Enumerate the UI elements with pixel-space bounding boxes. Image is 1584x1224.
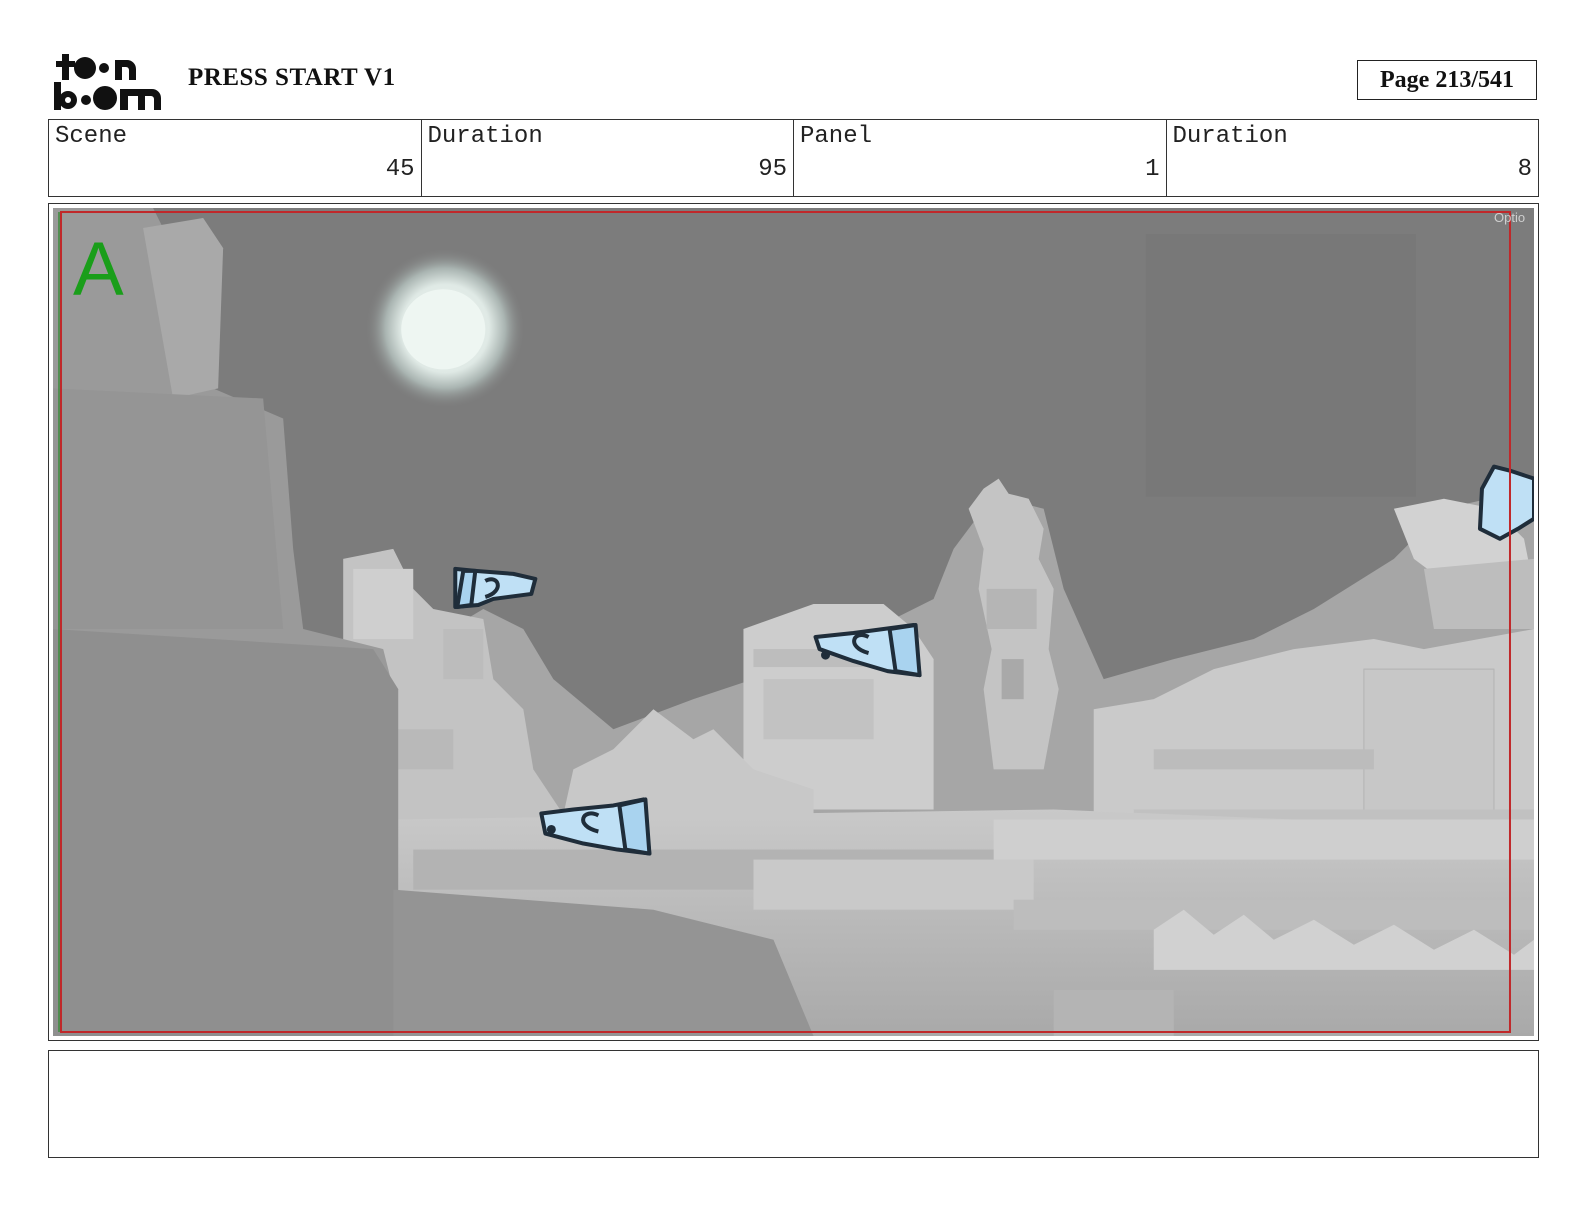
scene-duration-value: 95	[758, 156, 787, 183]
panel-value: 1	[1145, 156, 1160, 183]
option-label: Optio	[1494, 210, 1526, 225]
project-title: PRESS START V1	[188, 64, 396, 91]
scene-duration-label: Duration	[427, 123, 543, 150]
panel-duration-label: Duration	[1172, 123, 1288, 150]
scene-duration-cell: Duration 95	[422, 120, 794, 196]
storyboard-panel-image	[53, 208, 1534, 1036]
panel-label: Panel	[800, 123, 873, 150]
panel-duration-cell: Duration 8	[1167, 120, 1539, 196]
notes-box	[48, 1050, 1539, 1158]
panel-cell: Panel 1	[794, 120, 1167, 196]
panel-letter: A	[73, 227, 124, 312]
panel-duration-value: 8	[1517, 156, 1532, 183]
info-table: Scene 45 Duration 95 Panel 1 Duration 8	[48, 119, 1539, 197]
scene-label: Scene	[55, 123, 128, 150]
scene-value: 45	[385, 156, 415, 183]
panel-frame	[48, 203, 1539, 1041]
scene-cell: Scene 45	[49, 120, 422, 196]
toonboom-logo	[52, 50, 164, 112]
page-number: Page 213/541	[1357, 60, 1537, 100]
